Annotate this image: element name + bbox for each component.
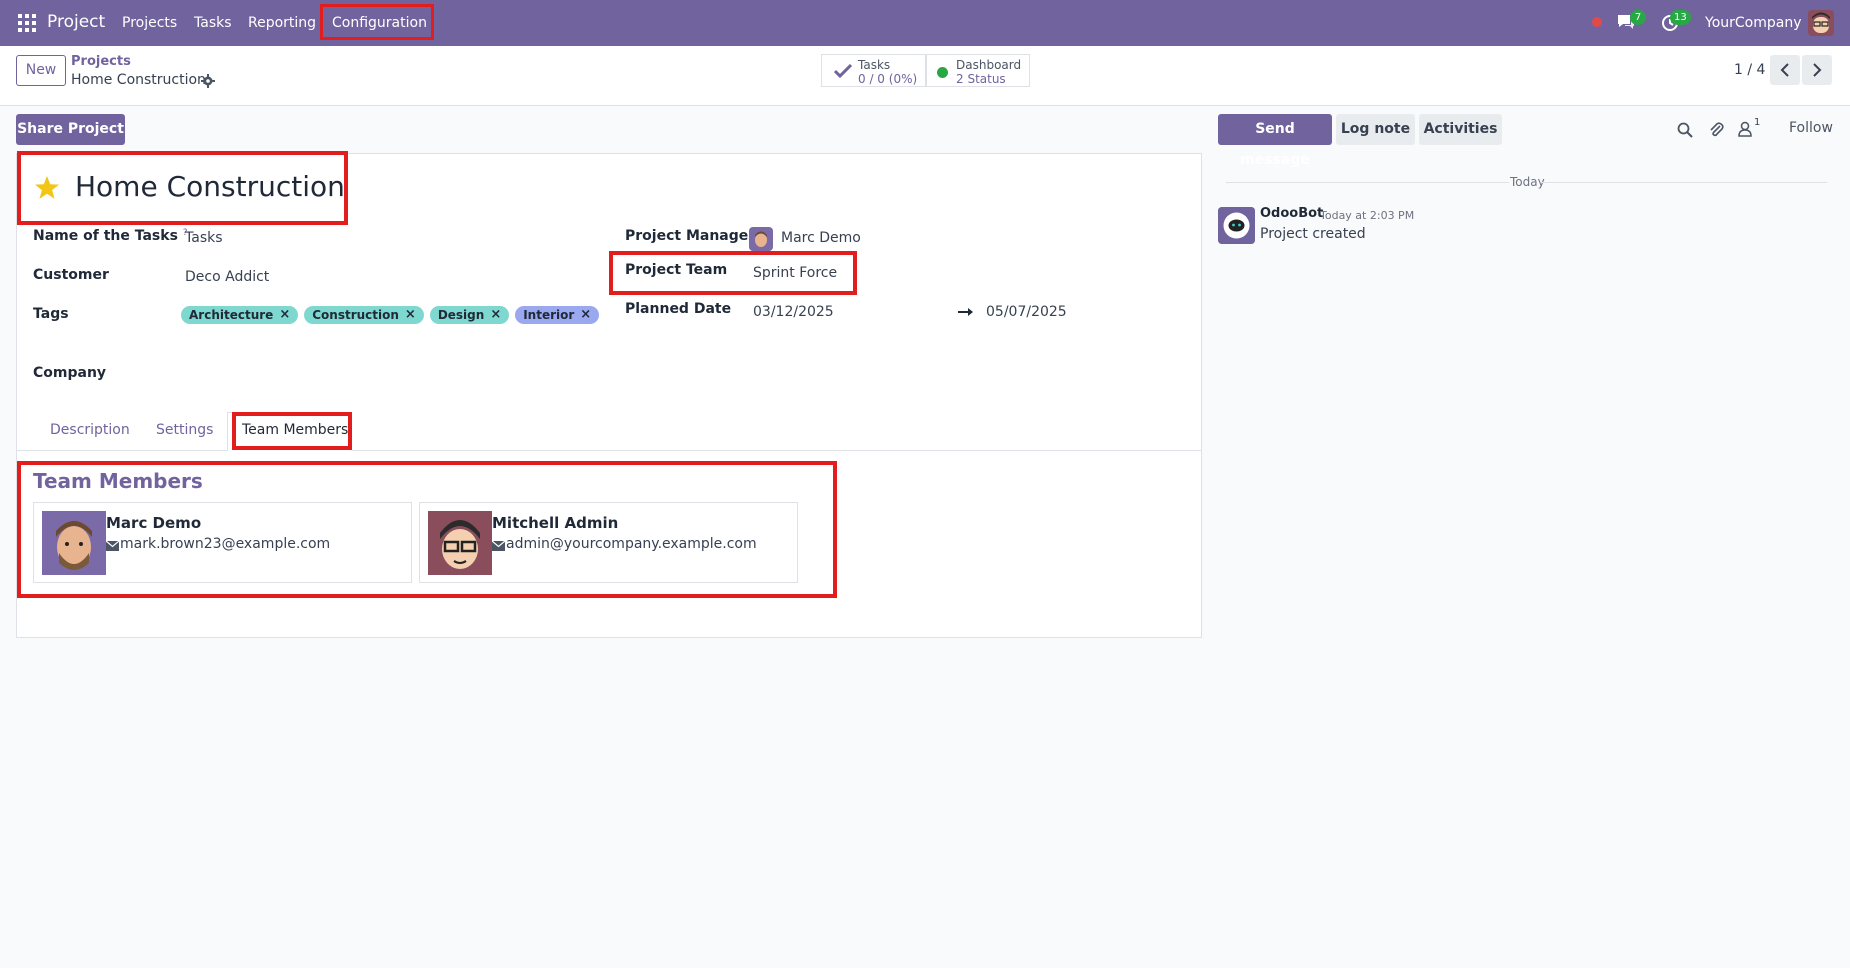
activities-button[interactable]: Activities (1419, 114, 1502, 145)
follow-button[interactable]: Follow (1789, 120, 1833, 136)
day-label: Today (1510, 175, 1545, 189)
remove-tag-icon[interactable]: × (405, 306, 416, 324)
menu-projects[interactable]: Projects (122, 15, 177, 31)
day-divider (1542, 182, 1827, 183)
tasks-smart-value: 0 / 0 (0%) (858, 72, 918, 86)
dashboard-smart-value: 2 Status (956, 72, 1006, 86)
gear-icon[interactable] (201, 74, 215, 88)
pager-previous-button[interactable] (1770, 55, 1800, 85)
pager-value[interactable]: 1 / 4 (1734, 62, 1765, 78)
highlight-team-members-tab (232, 412, 352, 450)
day-divider (1226, 182, 1509, 183)
top-navbar: Project Projects Tasks Reporting Configu… (0, 0, 1850, 46)
project-manager-label: Project Manager (625, 228, 756, 244)
tag-label: Interior (523, 308, 575, 322)
highlight-title (17, 151, 348, 225)
tag-construction[interactable]: Construction × (304, 306, 424, 324)
activity-count-badge: 13 (1670, 10, 1691, 25)
remove-tag-icon[interactable]: × (580, 306, 591, 324)
breadcrumb-current: Home Construction (71, 72, 206, 88)
menu-reporting[interactable]: Reporting (248, 15, 316, 31)
highlight-configuration (320, 4, 434, 40)
planned-date-label: Planned Date (625, 301, 732, 317)
project-manager-field[interactable]: Marc Demo (781, 230, 861, 246)
company-switcher[interactable]: YourCompany (1705, 15, 1802, 31)
apps-menu-icon[interactable] (18, 14, 36, 32)
paperclip-icon[interactable] (1709, 121, 1724, 138)
tasks-smart-title: Tasks (858, 58, 891, 72)
tasks-name-label-text: Name of the Tasks (33, 228, 178, 244)
customer-field[interactable]: Deco Addict (185, 269, 269, 285)
remove-tag-icon[interactable]: × (279, 306, 290, 324)
tab-description[interactable]: Description (50, 422, 130, 438)
breadcrumb-projects[interactable]: Projects (71, 54, 131, 69)
record-indicator[interactable] (1592, 17, 1602, 27)
planned-start-date[interactable]: 03/12/2025 (753, 304, 834, 320)
tag-design[interactable]: Design × (429, 306, 510, 324)
log-note-button[interactable]: Log note (1336, 114, 1415, 145)
arrow-right-icon (958, 308, 973, 316)
follower-count: 1 (1754, 117, 1761, 128)
highlight-team-members (17, 461, 837, 598)
tasks-name-label: Name of the Tasks ? (33, 228, 188, 244)
pager-next-button[interactable] (1802, 55, 1832, 85)
message-date: Today at 2:03 PM (1320, 209, 1415, 222)
share-project-button[interactable]: Share Project (16, 114, 125, 145)
message-author[interactable]: OdooBot (1260, 206, 1323, 221)
highlight-project-team (609, 251, 857, 295)
followers-icon[interactable] (1738, 121, 1752, 137)
tab-settings[interactable]: Settings (156, 422, 213, 438)
message-body: Project created (1260, 226, 1366, 242)
tags-label: Tags (33, 306, 69, 322)
odoobot-avatar (1218, 207, 1255, 244)
remove-tag-icon[interactable]: × (490, 306, 501, 324)
tag-label: Architecture (189, 308, 274, 322)
search-icon[interactable] (1677, 122, 1693, 138)
tasks-smart-button[interactable]: Tasks 0 / 0 (0%) (821, 54, 926, 87)
tag-label: Construction (312, 308, 399, 322)
tag-interior[interactable]: Interior × (515, 306, 600, 324)
tag-label: Design (437, 308, 485, 322)
user-avatar[interactable] (1808, 10, 1834, 36)
new-button[interactable]: New (16, 55, 66, 86)
check-icon (834, 64, 852, 78)
send-message-button[interactable]: Send message (1218, 114, 1332, 168)
chevron-left-icon (1780, 63, 1789, 77)
tags-field[interactable]: Architecture × Construction × Design × Inte… (181, 306, 600, 324)
company-label: Company (33, 365, 107, 381)
status-dot-icon (937, 67, 948, 78)
customer-label: Customer (33, 267, 109, 283)
planned-end-date[interactable]: 05/07/2025 (986, 304, 1067, 320)
tabs-divider (17, 450, 1201, 451)
menu-tasks[interactable]: Tasks (194, 15, 232, 31)
chat-count-badge: 7 (1630, 10, 1646, 25)
app-brand[interactable]: Project (47, 12, 105, 32)
dashboard-smart-button[interactable]: Dashboard 2 Status (926, 54, 1030, 87)
chevron-right-icon (1813, 63, 1822, 77)
tasks-name-field[interactable]: Tasks (185, 230, 223, 246)
dashboard-smart-title: Dashboard (956, 58, 1022, 72)
project-manager-avatar (749, 227, 773, 251)
tag-architecture[interactable]: Architecture × (181, 306, 299, 324)
control-panel: New Projects Home Construction Tasks 0 /… (0, 46, 1850, 106)
